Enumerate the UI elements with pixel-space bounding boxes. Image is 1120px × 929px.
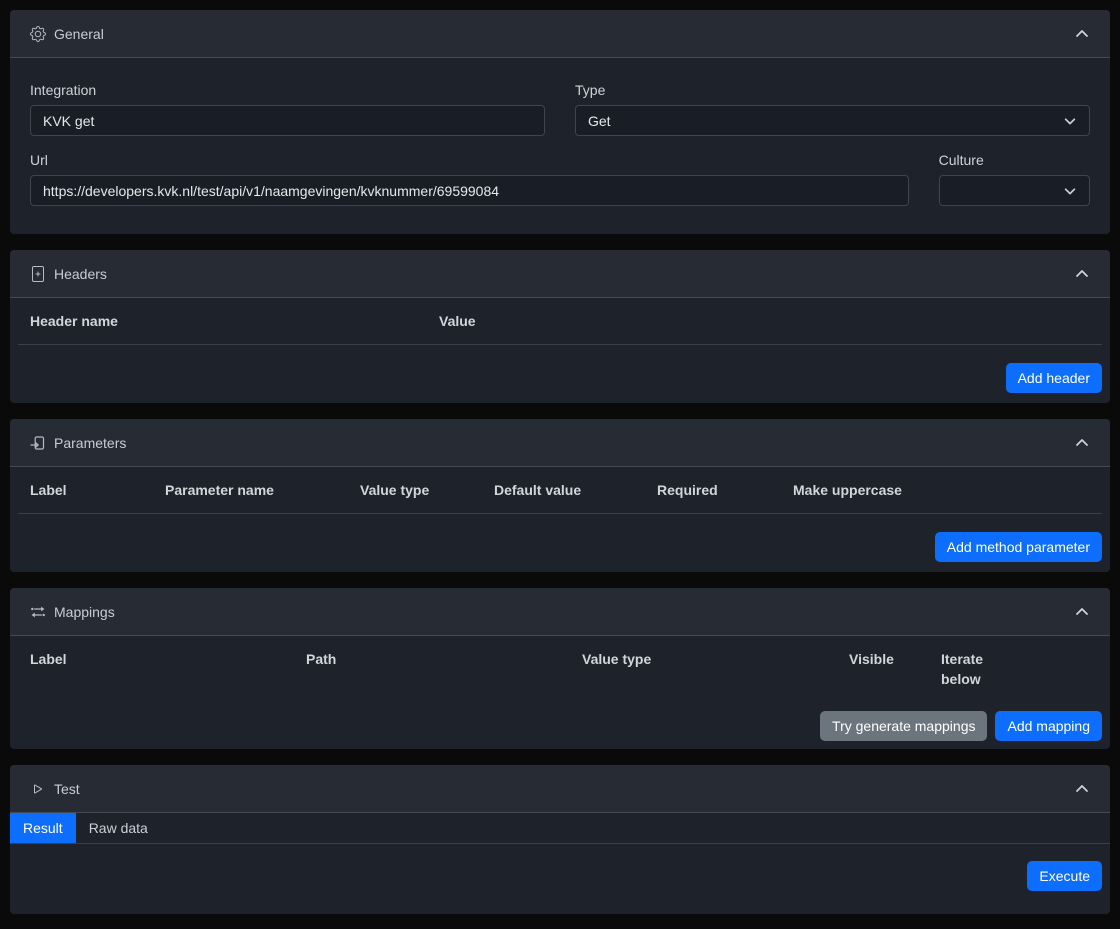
general-section-title: General bbox=[54, 25, 104, 42]
chevron-up-icon[interactable] bbox=[1074, 781, 1090, 797]
column-header: Parameter name bbox=[153, 467, 348, 514]
test-section: Test Result Raw data Execute bbox=[10, 765, 1110, 914]
integration-label: Integration bbox=[30, 82, 97, 98]
type-label: Type bbox=[575, 82, 606, 98]
column-header: Value type bbox=[582, 651, 652, 667]
general-form: Integration Type Get Url Culture bbox=[10, 58, 1110, 234]
mappings-section-header: Mappings bbox=[10, 588, 1110, 636]
chevron-down-icon bbox=[1063, 184, 1077, 198]
parameters-table: Label Parameter name Value type Default … bbox=[18, 467, 1102, 514]
culture-select[interactable] bbox=[938, 175, 1090, 206]
tab-result[interactable]: Result bbox=[10, 813, 76, 843]
headers-section: Headers Header name Value Add header bbox=[10, 250, 1110, 403]
column-header: Value type bbox=[348, 467, 482, 514]
parameters-section-title: Parameters bbox=[54, 434, 127, 451]
swap-arrows-icon bbox=[30, 604, 46, 620]
chevron-up-icon[interactable] bbox=[1074, 266, 1090, 282]
type-select-value: Get bbox=[588, 112, 611, 129]
column-header: Iterate below bbox=[941, 651, 984, 687]
mappings-section-title: Mappings bbox=[54, 603, 115, 620]
general-section-header: General bbox=[10, 10, 1110, 58]
parameters-section-header: Parameters bbox=[10, 419, 1110, 467]
column-spacer bbox=[1009, 636, 1102, 702]
mappings-table: Label Path Value type Visible Iterate be… bbox=[18, 636, 1102, 702]
column-header: Path bbox=[306, 651, 337, 667]
column-header: Required bbox=[645, 467, 781, 514]
parameters-section: Parameters Label Parameter name Value ty… bbox=[10, 419, 1110, 572]
culture-label: Culture bbox=[938, 152, 984, 168]
integration-input[interactable] bbox=[30, 105, 545, 136]
test-section-title: Test bbox=[54, 780, 80, 797]
url-label: Url bbox=[30, 152, 48, 168]
gear-icon bbox=[30, 25, 46, 42]
column-header: Default value bbox=[482, 467, 645, 514]
play-icon bbox=[30, 781, 46, 797]
test-section-header: Test bbox=[10, 765, 1110, 813]
tab-raw-data[interactable]: Raw data bbox=[76, 813, 161, 843]
test-tab-bar: Result Raw data bbox=[10, 813, 1110, 844]
headers-section-header: Headers bbox=[10, 250, 1110, 298]
add-method-parameter-button[interactable]: Add method parameter bbox=[934, 532, 1102, 562]
general-section: General Integration Type Get Ur bbox=[10, 10, 1110, 234]
type-select[interactable]: Get bbox=[575, 105, 1090, 136]
chevron-up-icon[interactable] bbox=[1074, 604, 1090, 620]
column-header: Value bbox=[427, 298, 1102, 345]
column-header: Make uppercase bbox=[781, 467, 1102, 514]
chevron-down-icon bbox=[1063, 114, 1077, 128]
add-header-button[interactable]: Add header bbox=[1005, 363, 1102, 393]
column-header: Header name bbox=[18, 298, 427, 345]
column-header: Visible bbox=[849, 651, 894, 667]
file-plus-icon bbox=[30, 265, 46, 282]
mappings-section: Mappings Label Path Value type Visible I… bbox=[10, 588, 1110, 749]
try-generate-mappings-button[interactable]: Try generate mappings bbox=[820, 711, 988, 741]
chevron-up-icon[interactable] bbox=[1074, 26, 1090, 42]
headers-section-title: Headers bbox=[54, 265, 107, 282]
file-arrow-icon bbox=[30, 435, 46, 451]
url-input[interactable] bbox=[30, 175, 909, 206]
headers-table: Header name Value bbox=[18, 298, 1102, 345]
add-mapping-button[interactable]: Add mapping bbox=[995, 711, 1102, 741]
chevron-up-icon[interactable] bbox=[1074, 435, 1090, 451]
column-header: Label bbox=[18, 467, 153, 514]
column-header: Label bbox=[30, 651, 67, 667]
execute-button[interactable]: Execute bbox=[1027, 861, 1102, 891]
